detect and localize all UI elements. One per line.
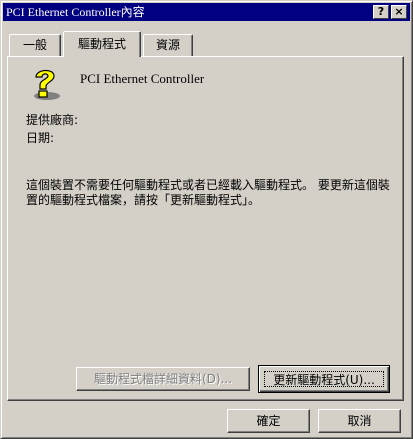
tab-general[interactable]: 一般	[9, 34, 61, 56]
window-title: PCI Ethernet Controller內容	[6, 5, 145, 19]
tab-panel-driver	[7, 56, 404, 401]
unknown-device-icon	[34, 69, 60, 100]
title-bar[interactable]: PCI Ethernet Controller內容 ? ×	[3, 3, 410, 21]
tab-resources[interactable]: 資源	[143, 34, 193, 56]
provider-label: 提供廠商:	[26, 113, 79, 127]
update-driver-button[interactable]: 更新驅動程式(U)...	[258, 365, 390, 393]
date-label: 日期:	[26, 131, 55, 145]
help-button[interactable]: ?	[373, 5, 389, 19]
update-driver-label: 更新驅動程式(U)...	[264, 371, 384, 387]
ok-button[interactable]: 確定	[227, 409, 310, 433]
driver-details-button[interactable]: 驅動程式檔詳細資料(D)...	[76, 367, 250, 391]
tab-driver[interactable]: 驅動程式	[63, 31, 141, 57]
device-name: PCI Ethernet Controller	[80, 71, 205, 86]
cancel-button[interactable]: 取消	[318, 409, 401, 433]
close-button[interactable]: ×	[391, 5, 407, 19]
properties-dialog: PCI Ethernet Controller內容 ? × 一般 驅動程式 資源…	[0, 0, 413, 439]
driver-description: 這個裝置不需要任何驅動程式或者已經載入驅動程式。 要更新這個裝置的驅動程式檔案，…	[26, 178, 390, 207]
